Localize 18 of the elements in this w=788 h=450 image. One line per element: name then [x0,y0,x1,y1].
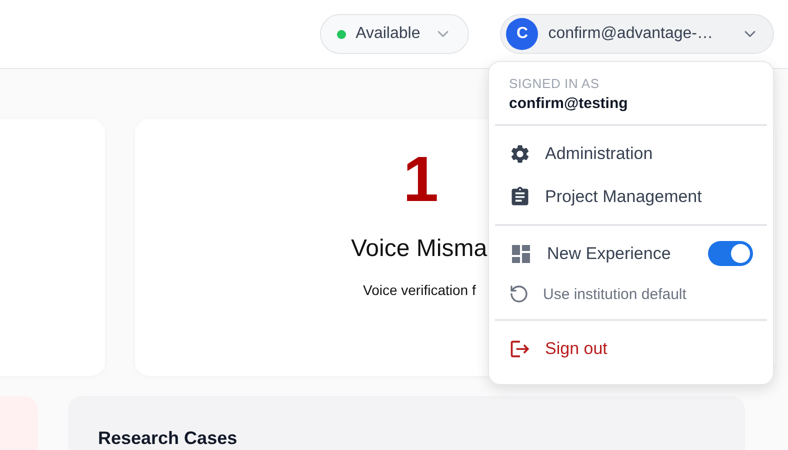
status-dropdown[interactable]: Available [320,14,470,54]
stat-value: 1 [403,142,439,217]
reset-icon [509,284,529,304]
stat-title: Voice Misma [351,235,488,263]
menu-caption: SIGNED IN AS [508,76,600,91]
user-name: confirm@testing [508,94,629,114]
menu-item[interactable]: Use institution default [495,275,767,313]
gear-icon [509,142,531,164]
avatar: C [506,18,538,50]
menu-item[interactable]: Project Management [495,175,767,218]
account-dropdown[interactable]: C confirm@advantage-… [500,14,774,54]
menu-item[interactable]: Sign out [495,327,767,370]
menu-item[interactable]: New Experience [495,232,767,275]
menu-item[interactable]: Administration [495,132,767,175]
panel-title: Research Cases [97,427,238,449]
toggle-switch[interactable] [708,241,753,266]
stat-description: Voice verification f [363,282,476,298]
clipboard-icon [509,186,531,208]
